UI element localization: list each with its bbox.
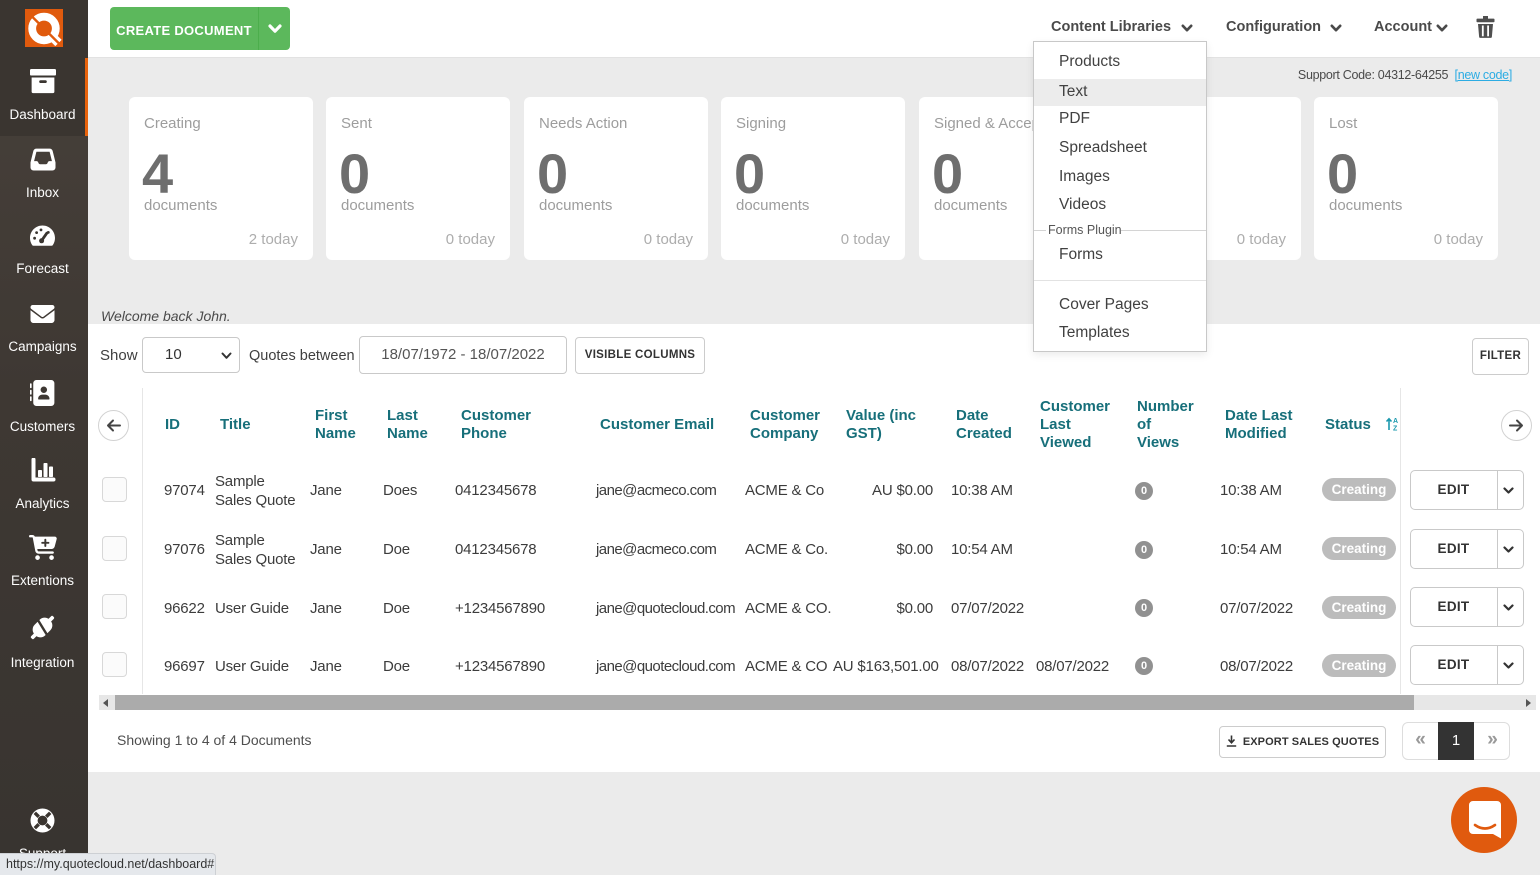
svg-text:A: A — [1393, 418, 1398, 425]
svg-text:Z: Z — [1393, 426, 1398, 432]
